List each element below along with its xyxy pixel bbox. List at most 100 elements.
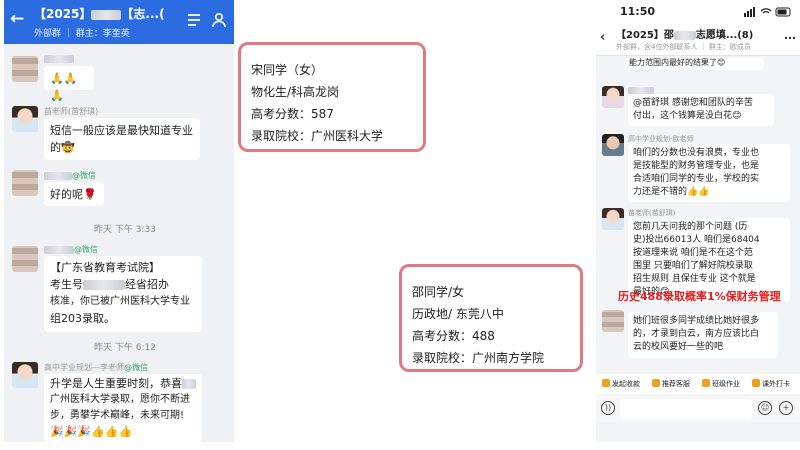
avatar[interactable] (602, 134, 624, 156)
sender-label: 高中学业规划-欧老师 (628, 135, 694, 143)
sender-name (44, 54, 74, 63)
right-chat-header: ‹ 【2025】邵 志愿填...(8) 外部群，含4位外部联系人 ｜ 群主：欧成员 (596, 24, 800, 56)
message-line: 🎉🎉🎉👍👍👍 (50, 425, 133, 438)
message-bubble[interactable]: 咱们的分数也没有浪费，专业也 是技能型的财务管理专业，也是 合适咱们同学的专业，… (628, 144, 790, 202)
student-name: 邵同学/女 (412, 285, 465, 299)
message-line: 的，才录到白云，南方应该比白 (633, 329, 760, 339)
message-line: @苗舒琪 感谢您和团队的辛苦 (633, 98, 753, 108)
message-line: 付出，这个钱算是没白花😊 (633, 111, 742, 121)
collect-icon (602, 379, 610, 387)
recommend-icon (652, 379, 660, 387)
voice-icon[interactable]: )) (601, 401, 615, 415)
quick-action-checkin[interactable]: 课外打卡 (752, 379, 790, 389)
message-bubble[interactable]: 🙏🙏🙏 (44, 66, 94, 102)
student-score: 高考分数：587 (251, 107, 334, 121)
student-subjects: 历政地/ 东莞八中 (412, 307, 504, 321)
left-chat-header: ← 【2025】 【志...(6) 外部群 ｜ 群主：李奎英 (4, 0, 234, 44)
message-input[interactable] (620, 399, 752, 419)
left-chat-title: 【2025】 【志...(6) (34, 5, 164, 23)
left-chat-subtitle: 外部群 ｜ 群主：李奎英 (34, 29, 130, 39)
message-line: 围里 只要咱们了解好院校录取 (633, 261, 753, 271)
quick-action-label: 推荐客服 (662, 380, 690, 388)
avatar[interactable] (602, 208, 624, 230)
message-bubble[interactable]: 短信一般应该是最快知道专业的🤠 (44, 118, 200, 160)
back-arrow-icon[interactable]: ← (10, 10, 28, 28)
right-chat-subtitle: 外部群，含4位外部联系人 ｜ 群主：欧成员 (616, 43, 751, 51)
message-line: 力还是不错的👍👍 (633, 187, 710, 197)
message-bubble[interactable]: 升学是人生重要时刻，恭喜 广州医科大学录取，愿你不断进 步，勇攀学术巅峰，未来可… (44, 374, 202, 442)
checkin-icon (752, 379, 760, 387)
sender-name: 高中学业规划-欧老师 (628, 134, 694, 144)
student-card-1: 宋同学（女） 物化生/科高龙岗 高考分数：587 录取院校：广州医科大学 (238, 42, 426, 152)
right-chat-screen: 11:50 ‹ 【2025】邵 志愿填...(8) 外部群，含4位外部联系人 ｜ … (596, 0, 800, 442)
student-score: 高考分数：488 (412, 329, 495, 343)
redacted-name (673, 30, 696, 40)
right-chat-title-prefix: 【2025】邵 (616, 30, 674, 41)
menu-icon[interactable] (784, 32, 796, 44)
input-bar: )) ☺ + (596, 396, 800, 422)
quick-action-bar: 发起收款 推荐客服 班级作业 课外打卡 (596, 374, 800, 394)
sender-suffix: @微信 (124, 363, 148, 372)
student-college: 录取院校：广州医科大学 (251, 129, 384, 143)
message-line: 咱们的分数也没有浪费，专业也 (633, 148, 760, 158)
homework-icon (702, 379, 710, 387)
sender-name: 苗老师(苗舒琪) (628, 209, 676, 217)
timestamp: 昨天 下午 3:33 (94, 225, 156, 235)
message-line: 史)投出66013人 咱们是68404 (633, 235, 760, 245)
message-line: 合适咱们同学的专业，学校的实 (633, 174, 760, 184)
message-line: 步，勇攀学术巅峰，未来可期! (50, 410, 185, 421)
message-line: 云的校风要好一些的吧 (633, 342, 724, 352)
sender-label: 高中学业规划—李老师 (44, 363, 124, 372)
timestamp: 昨天 下午 6:12 (94, 343, 156, 353)
signal-battery-icon (744, 7, 791, 17)
message-bubble[interactable]: 好的呢🌹 (44, 182, 104, 206)
message-line: 按道理来说 咱们是不在这个范 (633, 248, 753, 258)
people-icon[interactable] (210, 11, 228, 29)
message-line: 考生号 经省招办 (50, 276, 196, 293)
redacted-name (91, 9, 122, 20)
avatar[interactable] (12, 246, 38, 272)
message-bubble[interactable]: 她们班很多同学成绩比她好很多 的，才录到白云，南方应该比白 云的校风要好一些的吧 (628, 312, 778, 358)
avatar[interactable] (12, 170, 38, 196)
message-bubble[interactable]: @苗舒琪 感谢您和团队的辛苦 付出，这个钱算是没白花😊 (628, 94, 774, 126)
message-fragment: 考生号 (50, 278, 83, 291)
sender-name (628, 86, 654, 94)
plus-icon[interactable]: + (779, 401, 793, 415)
student-card-2: 邵同学/女 历政地/ 东莞八中 高考分数：488 录取院校：广州南方学院 (399, 264, 583, 372)
avatar[interactable] (602, 310, 624, 332)
right-chat-title-suffix: 志愿填...(8) (695, 30, 754, 41)
message-line: 组203录取。 (50, 312, 115, 325)
message-bubble[interactable]: 能力范围内最好的结果了😊 (624, 58, 764, 70)
back-arrow-icon[interactable]: ‹ (600, 30, 605, 45)
red-annotation: 历史488录取概率1%保财务管理 (618, 290, 781, 303)
emoji-icon[interactable]: ☺ (758, 401, 772, 415)
sender-suffix: @微信 (72, 171, 96, 180)
message-fragment: 升学是人生重要时刻，恭喜 (50, 377, 182, 390)
avatar[interactable] (12, 56, 38, 82)
avatar[interactable] (12, 106, 38, 132)
sender-name: 苗老师(苗舒琪) (44, 107, 99, 116)
left-chat-screen: ← 【2025】 【志...(6) 外部群 ｜ 群主：李奎英 🙏🙏🙏 苗老师(苗舒… (4, 0, 234, 442)
message-bubble[interactable]: 【广东省教育考试院】 考生号 经省招办 核准，你已被广州医科大学专业 组203录取… (44, 256, 202, 332)
message-line: 是技能型的财务管理专业，也是 (633, 161, 760, 171)
message-line: 您前几天问我的那个问题 (历 (633, 222, 748, 232)
message-line: 【广东省教育考试院】 (50, 261, 160, 274)
quick-action-collect[interactable]: 发起收款 (602, 379, 640, 389)
message-fragment: 经省招办 (125, 278, 169, 291)
avatar[interactable] (12, 362, 38, 388)
quick-action-label: 课外打卡 (762, 380, 790, 388)
sender-name: @微信 (44, 170, 96, 181)
student-subjects: 物化生/科高龙岗 (251, 85, 340, 99)
message-line: 广州医科大学录取，愿你不断进 (50, 394, 190, 405)
message-line: 她们班很多同学成绩比她好很多 (633, 316, 760, 326)
redacted-id (83, 280, 125, 290)
status-time: 11:50 (620, 5, 656, 18)
student-name: 宋同学（女） (251, 63, 324, 77)
left-chat-title-suffix: 【志...(6) (121, 7, 164, 21)
student-college: 录取院校：广州南方学院 (412, 351, 545, 365)
menu-icon[interactable] (186, 12, 202, 28)
avatar[interactable] (602, 86, 624, 108)
quick-action-recommend[interactable]: 推荐客服 (652, 379, 690, 389)
quick-action-homework[interactable]: 班级作业 (702, 379, 740, 389)
sender-suffix: @微信 (74, 245, 98, 254)
